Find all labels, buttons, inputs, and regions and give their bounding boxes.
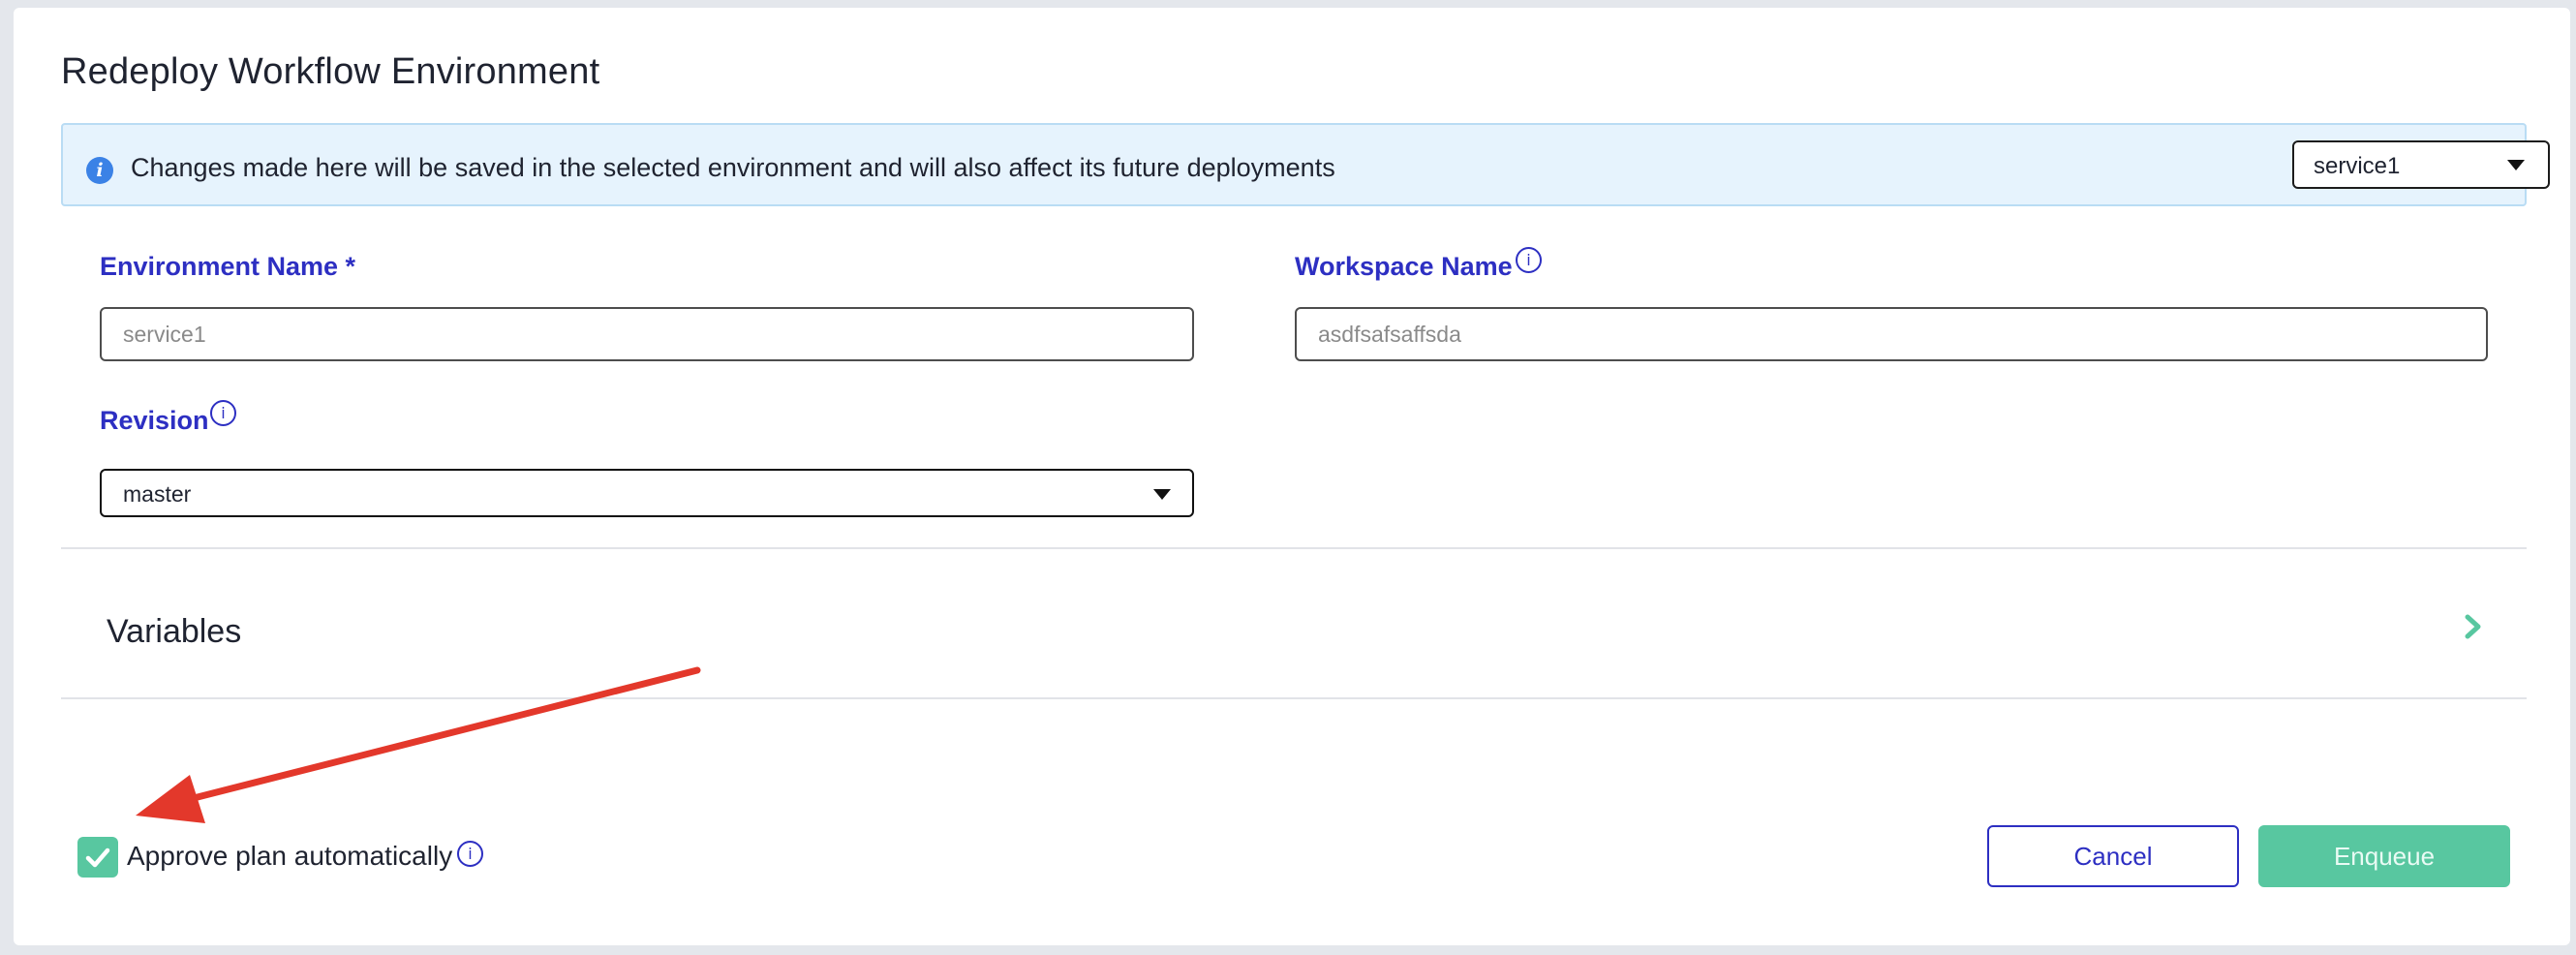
info-icon: i [86,157,113,184]
banner-message: Changes made here will be saved in the s… [131,153,1335,182]
workspace-help-icon[interactable]: i [1516,247,1542,273]
divider [61,547,2527,549]
chevron-right-icon [2465,614,2481,639]
redeploy-dialog: Redeploy Workflow Environment i Changes … [14,8,2570,945]
check-icon [85,847,110,868]
caret-down-icon [2507,160,2525,170]
variables-title: Variables [107,613,242,650]
revision-help-icon[interactable]: i [210,400,236,426]
environment-select[interactable]: service1 [2292,140,2550,189]
cancel-button[interactable]: Cancel [1987,825,2239,887]
environment-select-value: service1 [2314,153,2401,179]
approve-label: Approve plan automatically [127,841,453,871]
workspace-name-input[interactable] [1295,307,2488,361]
divider [61,697,2527,699]
caret-down-icon [1153,489,1171,500]
revision-select[interactable]: master [100,469,1194,517]
environment-name-label: Environment Name * [100,252,356,281]
dialog-title: Redeploy Workflow Environment [61,51,600,92]
approve-help-icon[interactable]: i [457,841,483,867]
environment-name-input[interactable] [100,307,1194,361]
variables-section-toggle[interactable]: Variables [61,558,2527,705]
enqueue-button[interactable]: Enqueue [2258,825,2510,887]
revision-label: Revision [100,406,209,435]
revision-select-value: master [123,481,192,507]
approve-checkbox[interactable] [77,837,118,878]
info-banner: i Changes made here will be saved in the… [61,123,2550,206]
workspace-name-label: Workspace Name [1295,252,1513,281]
